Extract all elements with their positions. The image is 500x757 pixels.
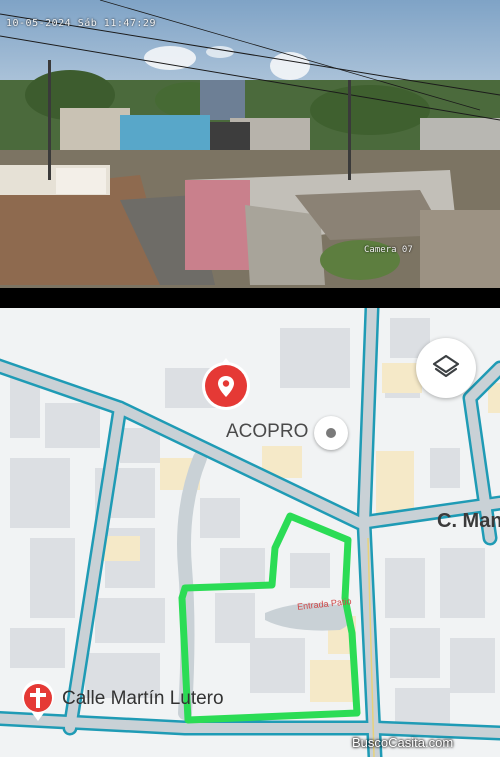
watermark: BuscoCasita.com (352, 735, 454, 750)
location-pin-icon[interactable] (198, 356, 254, 412)
map-view[interactable]: ACOPRO C. Mane Calle Martín Lutero Entra… (0, 308, 500, 757)
camera-scene (0, 0, 500, 288)
street-label-east: C. Mane (437, 510, 500, 532)
place-label-acopro[interactable]: ACOPRO (226, 421, 308, 443)
separator-bar (0, 288, 500, 308)
camera-snapshot: 10-05-2024 Sáb 11:47:29 Camera 07 (0, 0, 500, 288)
poi-dot-icon[interactable] (314, 416, 348, 450)
church-pin-icon[interactable] (19, 680, 57, 722)
layers-button[interactable] (416, 338, 476, 398)
street-label-south[interactable]: Calle Martín Lutero (62, 688, 224, 710)
camera-name: Camera 07 (364, 245, 413, 255)
layers-icon (432, 354, 460, 378)
camera-timestamp: 10-05-2024 Sáb 11:47:29 (6, 18, 156, 29)
